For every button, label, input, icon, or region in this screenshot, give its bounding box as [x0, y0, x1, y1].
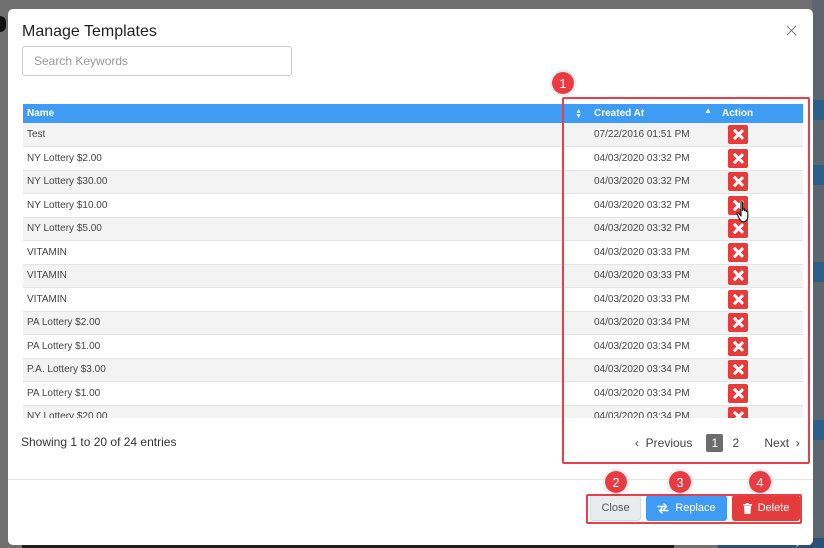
modal-title: Manage Templates	[22, 23, 157, 40]
annotation-badge-2: 2	[604, 470, 628, 494]
template-name-cell: PA Lottery $1.00	[23, 381, 590, 406]
template-name-cell: NY Lottery $30.00	[23, 170, 590, 194]
background-strip	[812, 165, 824, 185]
footer-divider	[8, 479, 813, 480]
column-header-name[interactable]: Name ▲ ▼	[23, 104, 590, 123]
background-strip	[812, 262, 824, 282]
template-name-cell: NY Lottery $10.00	[23, 193, 590, 218]
background-strip	[812, 100, 824, 120]
background-strip	[812, 420, 824, 440]
highlight-box-1	[562, 97, 810, 464]
annotation-badge-1: 1	[551, 71, 575, 95]
template-name-cell: VITAMIN	[23, 240, 590, 265]
close-icon[interactable]	[784, 23, 800, 39]
search-input[interactable]	[22, 46, 292, 76]
entries-info: Showing 1 to 20 of 24 entries	[21, 435, 177, 449]
hand-cursor-icon	[736, 201, 749, 223]
template-name-cell: Test	[23, 123, 590, 147]
highlight-box-buttons	[586, 494, 802, 524]
template-name-cell: PA Lottery $1.00	[23, 334, 590, 359]
template-name-cell: VITAMIN	[23, 287, 590, 312]
template-name-cell: VITAMIN	[23, 264, 590, 288]
template-name-cell: P.A. Lottery $3.00	[23, 358, 590, 382]
template-name-cell: NY Lottery $20.00	[23, 405, 590, 418]
annotation-badge-4: 4	[748, 470, 772, 494]
template-name-cell: NY Lottery $2.00	[23, 146, 590, 171]
annotation-badge-3: 3	[668, 470, 692, 494]
template-name-cell: NY Lottery $5.00	[23, 217, 590, 241]
app-logo-fragment	[0, 16, 6, 32]
template-name-cell: PA Lottery $2.00	[23, 311, 590, 335]
